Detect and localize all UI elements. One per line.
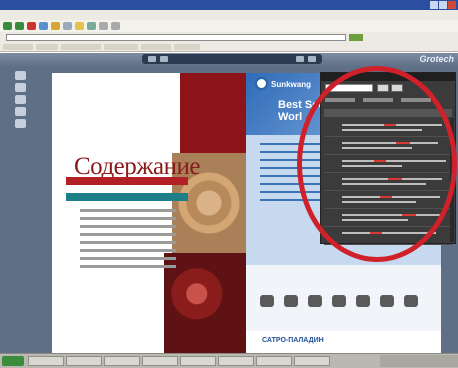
taskbar-item[interactable] xyxy=(256,356,292,366)
forward-icon[interactable] xyxy=(15,22,24,30)
highlight-annotation-circle xyxy=(297,66,457,262)
camera-icon xyxy=(356,295,370,307)
zoom-out-icon[interactable] xyxy=(15,83,26,92)
circuit-photo xyxy=(164,253,246,353)
toc-entry[interactable] xyxy=(80,225,176,228)
camera-icon xyxy=(380,295,394,307)
mail-icon[interactable] xyxy=(99,22,108,30)
favorites-icon[interactable] xyxy=(75,22,84,30)
print-icon[interactable] xyxy=(111,22,120,30)
camera-icon xyxy=(308,295,322,307)
go-button[interactable] xyxy=(349,33,363,41)
toc-entry[interactable] xyxy=(80,209,176,212)
toc-entry[interactable] xyxy=(80,241,176,244)
taskbar-item[interactable] xyxy=(218,356,254,366)
links-bar xyxy=(0,42,458,52)
camera-icon xyxy=(332,295,346,307)
history-icon[interactable] xyxy=(87,22,96,30)
prev-page-icon[interactable] xyxy=(160,56,168,62)
back-icon[interactable] xyxy=(3,22,12,30)
ad-brand: Sunkwang xyxy=(271,80,312,89)
links-bar-item[interactable] xyxy=(61,43,101,50)
taskbar xyxy=(0,353,458,368)
window-controls xyxy=(430,1,456,9)
sunkwang-logo-icon xyxy=(255,77,268,90)
links-bar-item[interactable] xyxy=(104,43,138,50)
toc-entry[interactable] xyxy=(80,257,176,260)
links-bar-item[interactable] xyxy=(174,43,200,50)
thumbnails-icon[interactable] xyxy=(15,95,26,104)
minimize-icon[interactable] xyxy=(430,1,438,9)
links-bar-item[interactable] xyxy=(141,43,171,50)
window-title-bar xyxy=(0,0,458,10)
ad-footer: САТРО-ПАЛАДИН xyxy=(246,331,441,353)
screenshot: Grotech Содержание Sunkwang Best Securi … xyxy=(0,0,458,368)
next-page-icon[interactable] xyxy=(296,56,304,62)
print-page-icon[interactable] xyxy=(15,119,26,128)
taskbar-item[interactable] xyxy=(66,356,102,366)
system-tray xyxy=(380,355,458,367)
close-icon[interactable] xyxy=(448,1,456,9)
refresh-icon[interactable] xyxy=(39,22,48,30)
footer-logo: САТРО-ПАЛАДИН xyxy=(262,337,324,344)
search-panel-icon[interactable] xyxy=(15,107,26,116)
camera-icon xyxy=(404,295,418,307)
toc-entry[interactable] xyxy=(80,265,176,268)
toc-section-bar xyxy=(66,177,188,185)
magazine-page-left[interactable]: Содержание xyxy=(52,73,246,353)
browser-toolbar xyxy=(0,20,458,32)
home-icon[interactable] xyxy=(51,22,60,30)
taskbar-item[interactable] xyxy=(104,356,140,366)
start-button[interactable] xyxy=(2,356,24,366)
links-bar-item[interactable] xyxy=(3,43,33,50)
camera-icon xyxy=(284,295,298,307)
toc-section-bar xyxy=(66,193,188,201)
taskbar-item[interactable] xyxy=(28,356,64,366)
taskbar-item[interactable] xyxy=(294,356,330,366)
search-icon[interactable] xyxy=(63,22,72,30)
links-bar-item[interactable] xyxy=(36,43,58,50)
viewer-toolbar: Grotech xyxy=(0,53,458,67)
taskbar-item[interactable] xyxy=(180,356,216,366)
address-bar xyxy=(0,32,458,42)
stop-icon[interactable] xyxy=(27,22,36,30)
first-page-icon[interactable] xyxy=(148,56,156,62)
last-page-icon[interactable] xyxy=(308,56,316,62)
address-input[interactable] xyxy=(6,33,346,41)
menu-bar xyxy=(0,10,458,20)
camera-icon xyxy=(260,295,274,307)
camera-product-row xyxy=(246,265,441,331)
maximize-icon[interactable] xyxy=(439,1,447,9)
toc-entry[interactable] xyxy=(80,233,176,236)
taskbar-item[interactable] xyxy=(142,356,178,366)
toc-entry[interactable] xyxy=(80,217,176,220)
brand-logo: Grotech xyxy=(419,54,454,64)
viewer-controls xyxy=(142,54,322,64)
zoom-in-icon[interactable] xyxy=(15,71,26,80)
toc-entry[interactable] xyxy=(80,249,176,252)
